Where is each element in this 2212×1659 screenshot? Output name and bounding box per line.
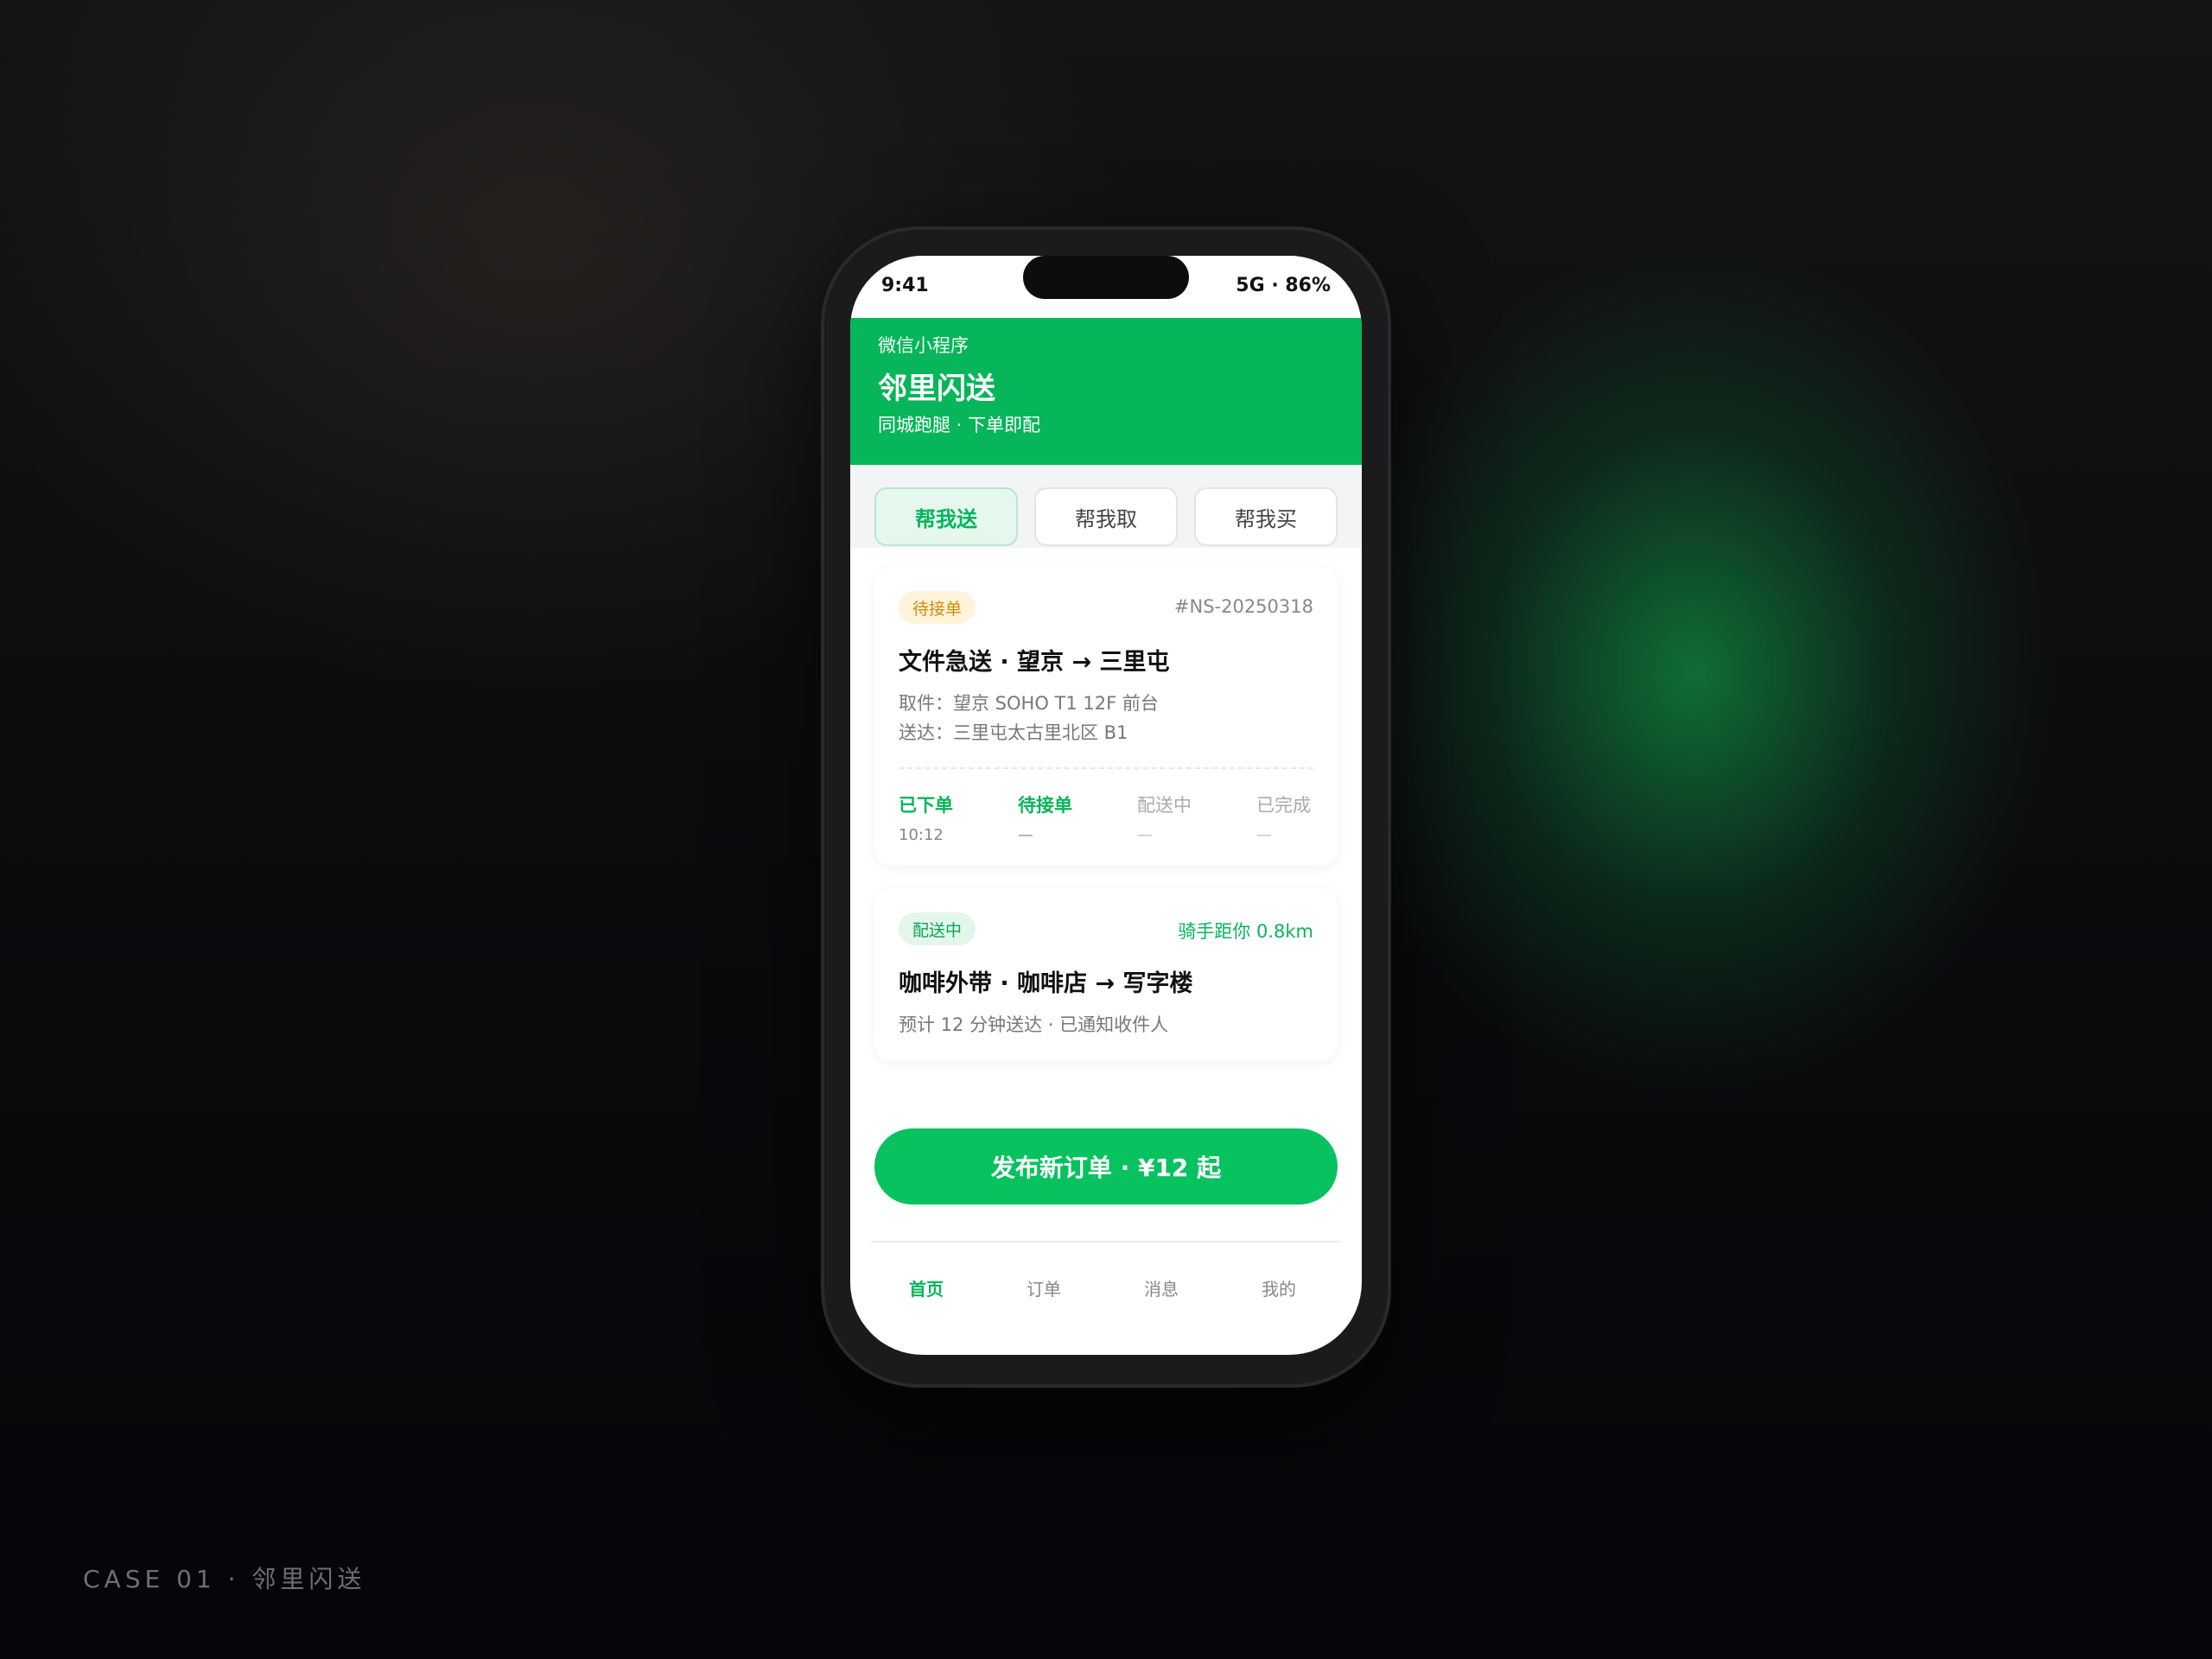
order-title: 咖啡外带 · 咖啡店 → 写字楼	[899, 970, 1193, 997]
service-tabs: 帮我送 帮我取 帮我买	[850, 465, 1362, 548]
app-header: 微信小程序 邻里闪送 同城跑腿 · 下单即配	[850, 318, 1362, 465]
divider	[899, 767, 1313, 769]
tab-pickup[interactable]: 帮我取	[1034, 487, 1178, 546]
step-delivering: 配送中 —	[1137, 795, 1192, 844]
nav-orders[interactable]: 订单	[992, 1275, 1096, 1300]
tab-buy[interactable]: 帮我买	[1194, 487, 1338, 546]
status-badge: 配送中	[899, 912, 976, 945]
bottom-nav-divider	[871, 1241, 1341, 1243]
app-title: 邻里闪送	[878, 372, 995, 406]
pickup-address: 取件：望京 SOHO T1 12F 前台	[899, 693, 1159, 714]
nav-messages[interactable]: 消息	[1109, 1275, 1213, 1300]
publish-order-button[interactable]: 发布新订单 · ¥12 起	[874, 1128, 1338, 1205]
phone-frame: 9:41 5G · 86% 微信小程序 邻里闪送 同城跑腿 · 下单即配 帮我送…	[824, 230, 1388, 1384]
dropoff-address: 送达：三里屯太古里北区 B1	[899, 722, 1128, 743]
status-badge: 待接单	[899, 591, 976, 624]
step-awaiting: 待接单 —	[1018, 795, 1072, 844]
rider-distance: 骑手距你 0.8km	[1178, 921, 1313, 942]
nav-home[interactable]: 首页	[874, 1275, 978, 1300]
dynamic-island	[1023, 256, 1189, 299]
order-card-2[interactable]: 配送中 骑手距你 0.8km 咖啡外带 · 咖啡店 → 写字楼 预计 12 分钟…	[874, 888, 1338, 1061]
step-ordered: 已下单 10:12	[899, 795, 953, 844]
step-completed: 已完成 —	[1256, 795, 1311, 844]
mini-program-label: 微信小程序	[878, 335, 969, 356]
app-subtitle: 同城跑腿 · 下单即配	[878, 415, 1041, 435]
order-eta: 预计 12 分钟送达 · 已通知收件人	[899, 1014, 1169, 1035]
case-label: CASE 01 · 邻里闪送	[83, 1565, 366, 1593]
order-title: 文件急送 · 望京 → 三里屯	[899, 649, 1170, 676]
status-time: 9:41	[881, 275, 929, 296]
tab-send[interactable]: 帮我送	[874, 487, 1018, 546]
order-card-1[interactable]: 待接单 #NS-20250318 文件急送 · 望京 → 三里屯 取件：望京 S…	[874, 567, 1338, 866]
nav-profile[interactable]: 我的	[1227, 1275, 1331, 1300]
order-id: #NS-20250318	[1173, 596, 1313, 617]
status-network-battery: 5G · 86%	[1236, 275, 1331, 296]
phone-screen: 9:41 5G · 86% 微信小程序 邻里闪送 同城跑腿 · 下单即配 帮我送…	[850, 256, 1362, 1355]
